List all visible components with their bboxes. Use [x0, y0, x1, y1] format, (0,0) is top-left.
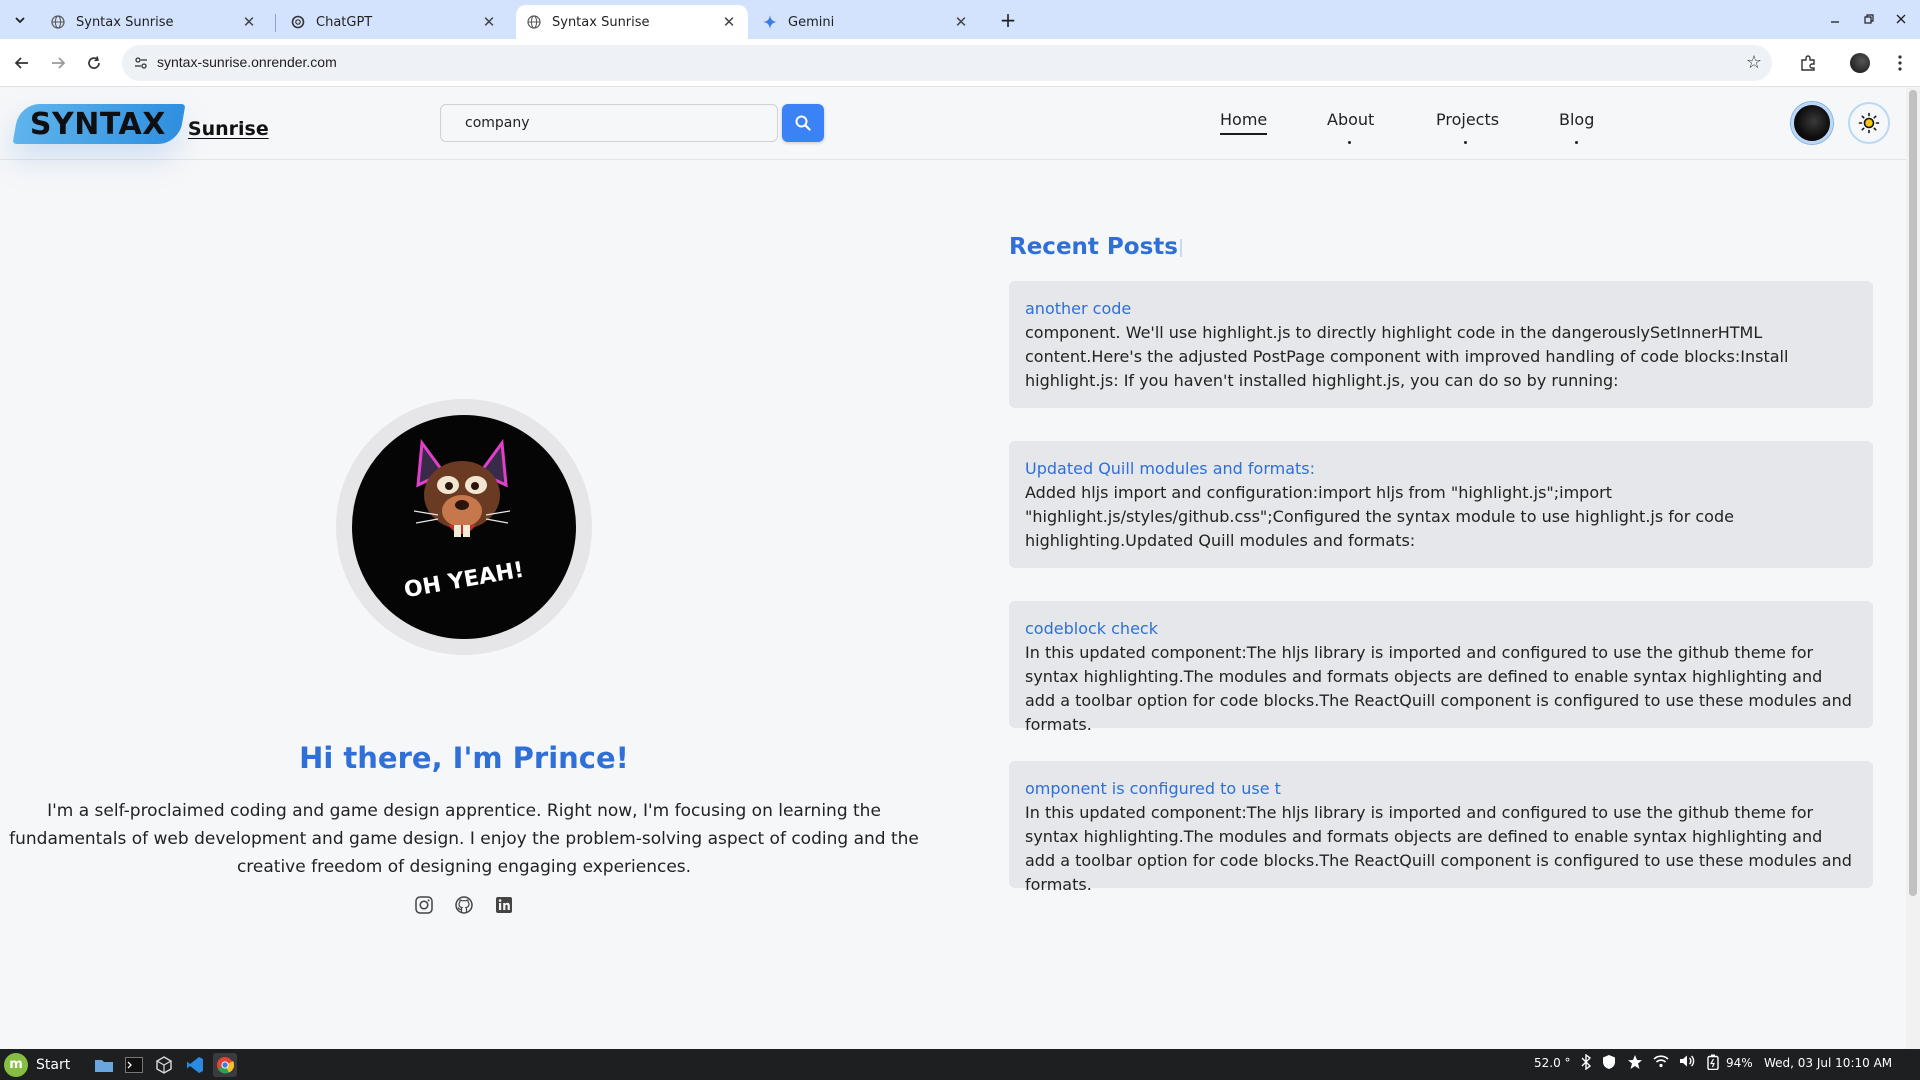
post-card[interactable]: codeblock check In this updated componen… — [1009, 601, 1873, 734]
social-links — [412, 893, 522, 917]
temperature-readout: 52.0 ° — [1534, 1056, 1571, 1070]
post-excerpt: In this updated component:The hljs libra… — [1025, 643, 1852, 734]
bookmark-star-icon[interactable]: ☆ — [1746, 52, 1762, 73]
mint-logo-icon: m — [4, 1052, 28, 1077]
clock[interactable]: Wed, 03 Jul 10:10 AM — [1764, 1056, 1892, 1070]
chevron-down-icon — [15, 17, 25, 24]
browser-tab[interactable]: Gemini ✕ — [752, 5, 980, 39]
logo-sub-text: Sunrise — [187, 118, 269, 140]
recent-posts-heading: Recent Posts — [1009, 234, 1182, 260]
post-excerpt: Added hljs import and configuration:impo… — [1025, 483, 1734, 550]
wifi-icon[interactable] — [1653, 1054, 1669, 1071]
user-avatar-button[interactable] — [1791, 102, 1833, 144]
terminal-icon[interactable] — [122, 1053, 146, 1077]
post-title-link[interactable]: Updated Quill modules and formats: — [1025, 457, 1857, 481]
profile-image: OH YEAH! — [352, 415, 576, 639]
search-input[interactable] — [440, 104, 778, 142]
post-card[interactable]: omponent is configured to use t In this … — [1009, 761, 1873, 894]
sun-icon — [1858, 112, 1880, 134]
window-close-icon[interactable] — [1890, 8, 1912, 30]
unity-icon[interactable] — [152, 1053, 176, 1077]
minimize-icon[interactable] — [1824, 8, 1846, 30]
post-title-link[interactable]: omponent is configured to use t — [1025, 777, 1857, 801]
tab-title: Gemini — [788, 14, 835, 30]
close-icon[interactable]: ✕ — [480, 13, 498, 31]
volume-icon[interactable] — [1679, 1054, 1695, 1071]
vscode-icon[interactable] — [183, 1053, 207, 1077]
theme-toggle-button[interactable] — [1848, 102, 1890, 144]
extensions-icon[interactable] — [1796, 51, 1820, 75]
nav-about[interactable]: About — [1327, 110, 1374, 129]
star-icon[interactable] — [1627, 1054, 1643, 1073]
search-icon — [795, 115, 811, 131]
search-button[interactable] — [782, 104, 824, 142]
address-bar[interactable]: syntax-sunrise.onrender.com ☆ — [122, 45, 1772, 81]
browser-tab[interactable]: Syntax Sunrise ✕ — [40, 5, 268, 39]
text-caret — [1179, 238, 1182, 257]
browser-tabstrip: Syntax Sunrise ✕ ChatGPT ✕ Syntax Sunris… — [0, 0, 1920, 39]
nav-indicator-dot — [1575, 141, 1578, 144]
linkedin-icon[interactable] — [492, 893, 516, 917]
browser-tab[interactable]: ChatGPT ✕ — [280, 5, 508, 39]
tab-title: Syntax Sunrise — [552, 14, 650, 30]
chatgpt-icon — [290, 14, 306, 30]
globe-icon — [526, 14, 542, 30]
nav-indicator-dot — [1348, 141, 1351, 144]
nav-blog[interactable]: Blog — [1559, 110, 1594, 129]
post-card[interactable]: Updated Quill modules and formats: Added… — [1009, 441, 1873, 568]
close-icon[interactable]: ✕ — [720, 13, 738, 31]
logo-main-text: SYNTAX — [30, 106, 166, 142]
avatar-caption: OH YEAH! — [402, 558, 526, 604]
browser-tab-active[interactable]: Syntax Sunrise ✕ — [516, 5, 748, 39]
forward-arrow-icon[interactable] — [46, 51, 70, 75]
site-logo[interactable]: SYNTAX Sunrise — [12, 102, 269, 146]
site-settings-icon[interactable] — [133, 55, 149, 71]
close-icon[interactable]: ✕ — [952, 13, 970, 31]
instagram-icon[interactable] — [412, 893, 436, 917]
profile-image-ring: OH YEAH! — [336, 399, 592, 655]
tab-title: Syntax Sunrise — [76, 14, 174, 30]
battery-percent: 94% — [1726, 1056, 1753, 1070]
url-text[interactable]: syntax-sunrise.onrender.com — [157, 54, 337, 70]
nav-projects[interactable]: Projects — [1436, 110, 1499, 129]
chrome-icon[interactable] — [213, 1053, 237, 1077]
close-icon[interactable]: ✕ — [240, 13, 258, 31]
site-header: SYNTAX Sunrise Home About Projects Blog — [0, 88, 1906, 160]
nav-home[interactable]: Home — [1220, 110, 1268, 135]
tab-separator — [275, 14, 276, 32]
restore-icon[interactable] — [1858, 8, 1880, 30]
start-button[interactable]: m Start — [4, 1052, 70, 1077]
post-title-link[interactable]: codeblock check — [1025, 617, 1857, 641]
web-page: SYNTAX Sunrise Home About Projects Blog — [0, 88, 1906, 1049]
page-scrollbar[interactable] — [1906, 88, 1920, 1049]
post-title-link[interactable]: another code — [1025, 297, 1857, 321]
post-excerpt: In this updated component:The hljs libra… — [1025, 803, 1852, 894]
os-taskbar: m Start 52.0 ° 94% Wed, 03 Jul 10:10 AM — [0, 1049, 1920, 1080]
new-tab-plus-icon[interactable]: + — [996, 8, 1020, 32]
file-manager-icon[interactable] — [92, 1053, 116, 1077]
hero-title: Hi there, I'm Prince! — [299, 741, 629, 775]
scrollbar-thumb[interactable] — [1909, 90, 1917, 896]
shield-icon[interactable] — [1602, 1054, 1616, 1073]
nav-indicator-dot — [1464, 141, 1467, 144]
post-excerpt: component. We'll use highlight.js to dir… — [1025, 323, 1789, 390]
browser-toolbar: syntax-sunrise.onrender.com ☆ — [0, 39, 1920, 87]
logo-badge: SYNTAX — [12, 104, 186, 144]
battery-icon[interactable] — [1706, 1054, 1720, 1073]
tab-search-button[interactable] — [8, 9, 32, 31]
tab-title: ChatGPT — [316, 14, 373, 30]
profile-avatar-icon[interactable] — [1848, 51, 1872, 75]
reload-icon[interactable] — [82, 51, 106, 75]
hero-bio: I'm a self-proclaimed coding and game de… — [9, 801, 919, 877]
recent-posts-heading-text: Recent Posts — [1009, 234, 1178, 260]
github-icon[interactable] — [452, 893, 476, 917]
globe-icon — [50, 14, 66, 30]
bluetooth-icon[interactable] — [1580, 1053, 1592, 1073]
back-arrow-icon[interactable] — [10, 51, 34, 75]
post-card[interactable]: another code component. We'll use highli… — [1009, 281, 1873, 408]
gemini-icon — [762, 14, 778, 30]
start-label: Start — [36, 1056, 71, 1073]
more-menu-icon[interactable] — [1888, 51, 1912, 75]
